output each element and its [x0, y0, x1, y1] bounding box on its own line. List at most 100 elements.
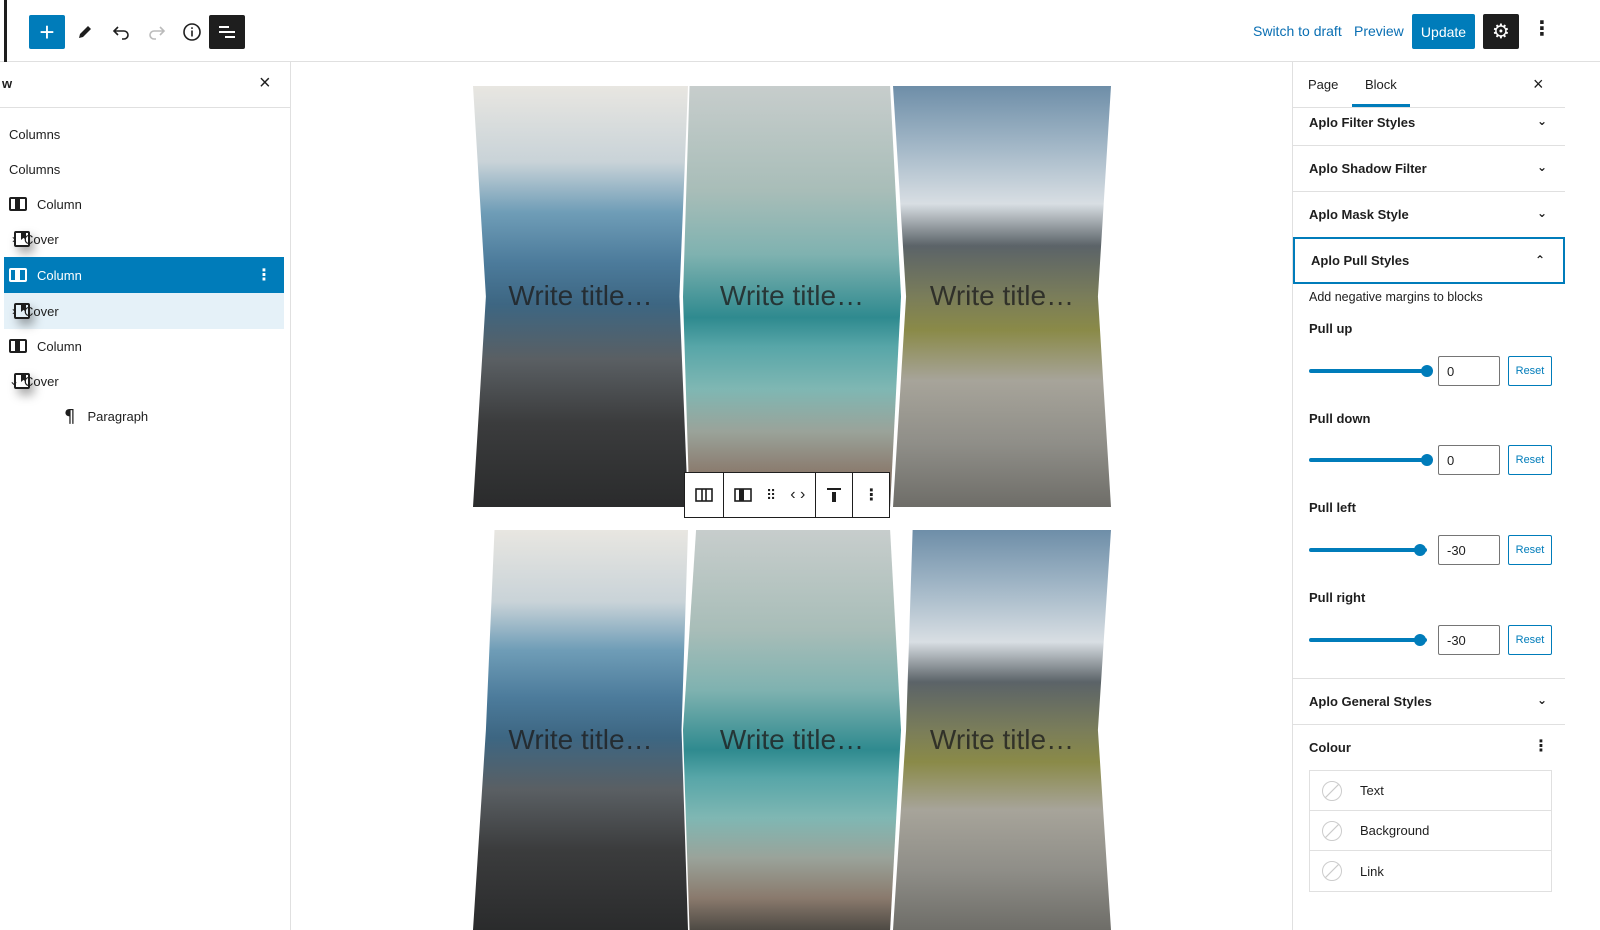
- pull-up-reset-button[interactable]: Reset: [1508, 356, 1552, 386]
- slider-thumb[interactable]: [1421, 365, 1433, 377]
- list-view-button[interactable]: [209, 15, 245, 49]
- list-item[interactable]: ¶ Paragraph: [4, 398, 284, 434]
- colour-item-text[interactable]: Text: [1310, 771, 1551, 811]
- redo-icon: [149, 26, 166, 40]
- pull-right-input[interactable]: -30: [1438, 625, 1500, 655]
- tab-page[interactable]: Page: [1308, 77, 1338, 92]
- panel-aplo-shadow-filter[interactable]: Aplo Shadow Filter ⌄: [1293, 146, 1565, 192]
- list-item[interactable]: › Cover: [4, 293, 284, 329]
- switch-to-draft-link[interactable]: Switch to draft: [1253, 23, 1342, 39]
- pull-up-input[interactable]: 0: [1438, 356, 1500, 386]
- cover-icon: [14, 231, 30, 247]
- close-icon: ×: [1533, 74, 1544, 94]
- move-arrows-icon[interactable]: ‹ ›: [790, 486, 805, 504]
- cover-title[interactable]: Write title…: [683, 280, 901, 312]
- settings-button[interactable]: ⚙: [1483, 14, 1519, 49]
- block-controls: ⠿ ‹ ›: [723, 472, 817, 518]
- drag-handle-icon[interactable]: ⠿: [766, 487, 776, 504]
- more-vertical-icon: ⋮: [1533, 738, 1549, 755]
- colour-options-button[interactable]: ⋮: [1533, 736, 1549, 756]
- panel-aplo-filter-styles[interactable]: Aplo Filter Styles ⌄: [1293, 100, 1565, 146]
- cover-icon: [14, 303, 30, 319]
- cover-block[interactable]: Write title…: [683, 530, 901, 930]
- parent-selector[interactable]: [684, 472, 724, 518]
- plus-icon: +: [39, 17, 55, 47]
- cover-title[interactable]: Write title…: [683, 724, 901, 756]
- close-sidebar-button[interactable]: ×: [1533, 74, 1544, 95]
- panel-title: Aplo Mask Style: [1309, 207, 1409, 222]
- tools-button[interactable]: [67, 15, 103, 49]
- list-item-label: Columns: [9, 161, 61, 177]
- pull-left-input[interactable]: -30: [1438, 535, 1500, 565]
- columns-icon[interactable]: [695, 488, 713, 502]
- cover-title[interactable]: Write title…: [473, 280, 688, 312]
- list-item-selected[interactable]: Column ⋮: [4, 257, 284, 293]
- column-icon: [9, 268, 27, 282]
- editor-header: + Switch to draft Preview Update ⚙ ⋮: [0, 0, 1600, 62]
- cover-title[interactable]: Write title…: [473, 724, 688, 756]
- cover-title[interactable]: Write title…: [893, 280, 1111, 312]
- cover-icon: [14, 373, 30, 389]
- colour-item-background[interactable]: Background: [1310, 811, 1551, 851]
- column-icon[interactable]: [734, 488, 752, 502]
- colour-item-link[interactable]: Link: [1310, 851, 1551, 891]
- list-item-label: Column: [37, 196, 82, 212]
- slider-thumb[interactable]: [1421, 454, 1433, 466]
- list-view-header: w ×: [0, 62, 290, 108]
- undo-button[interactable]: [103, 15, 139, 49]
- empty-swatch-icon: [1322, 780, 1342, 801]
- add-block-button[interactable]: +: [29, 15, 65, 49]
- pull-down-slider[interactable]: [1309, 454, 1433, 466]
- block-toolbar: ⠿ ‹ › ⋮: [684, 472, 891, 518]
- slider-thumb[interactable]: [1413, 544, 1426, 556]
- redo-button[interactable]: [139, 15, 175, 49]
- more-vertical-icon[interactable]: ⋮: [863, 485, 879, 505]
- undo-icon: [112, 26, 129, 40]
- align-top-icon[interactable]: [826, 487, 842, 503]
- chevron-down-icon: ⌄: [1536, 693, 1547, 707]
- slider-thumb[interactable]: [1413, 634, 1426, 646]
- pull-right-reset-button[interactable]: Reset: [1508, 625, 1552, 655]
- list-item[interactable]: Columns: [4, 116, 284, 152]
- update-button[interactable]: Update: [1412, 14, 1475, 49]
- cover-block[interactable]: Write title…: [893, 530, 1111, 930]
- alignment-control[interactable]: [815, 472, 854, 518]
- more-vertical-icon[interactable]: ⋮: [256, 265, 272, 285]
- close-list-view-button[interactable]: ×: [259, 72, 271, 95]
- cover-title[interactable]: Write title…: [893, 724, 1111, 756]
- pull-right-slider[interactable]: [1309, 634, 1427, 646]
- list-item[interactable]: Columns: [4, 151, 284, 187]
- panel-aplo-pull-styles[interactable]: Aplo Pull Styles ⌃: [1293, 237, 1565, 284]
- pull-left-reset-button[interactable]: Reset: [1508, 535, 1552, 565]
- settings-sidebar: Page Block × Aplo Filter Styles ⌄ Aplo S…: [1292, 62, 1565, 930]
- cover-block[interactable]: Write title…: [893, 86, 1111, 507]
- list-view-panel: w × Columns Columns Column › Cover Colum…: [0, 62, 291, 930]
- panel-aplo-general-styles[interactable]: Aplo General Styles ⌄: [1293, 679, 1565, 725]
- pull-down-reset-button[interactable]: Reset: [1508, 445, 1552, 475]
- preview-link[interactable]: Preview: [1354, 23, 1404, 39]
- list-item[interactable]: › Cover: [4, 221, 284, 257]
- chevron-down-icon: ⌄: [1536, 206, 1547, 220]
- cover-block[interactable]: Write title…: [683, 86, 901, 507]
- cover-block[interactable]: Write title…: [473, 530, 688, 930]
- cover-block[interactable]: Write title…: [473, 86, 688, 507]
- colour-item-label: Background: [1360, 823, 1430, 838]
- pull-up-slider[interactable]: [1309, 365, 1433, 377]
- options-button[interactable]: ⋮: [852, 472, 891, 518]
- paragraph-icon: ¶: [64, 405, 76, 427]
- details-button[interactable]: [174, 15, 210, 49]
- pencil-icon: [79, 26, 91, 38]
- list-item[interactable]: Column: [4, 186, 284, 222]
- close-icon: ×: [259, 72, 271, 94]
- pull-left-slider[interactable]: [1309, 544, 1427, 556]
- colour-panel-title: Colour: [1309, 740, 1351, 755]
- gear-icon: ⚙: [1492, 21, 1510, 43]
- list-item[interactable]: Column: [4, 328, 284, 364]
- pull-down-label: Pull down: [1309, 411, 1371, 426]
- more-options-button[interactable]: ⋮: [1532, 16, 1552, 41]
- list-item[interactable]: ⌄ Cover: [4, 363, 284, 399]
- list-item-label: Column: [37, 267, 82, 283]
- empty-swatch-icon: [1322, 820, 1342, 841]
- panel-aplo-mask-style[interactable]: Aplo Mask Style ⌄: [1293, 192, 1565, 238]
- pull-down-input[interactable]: 0: [1438, 445, 1500, 475]
